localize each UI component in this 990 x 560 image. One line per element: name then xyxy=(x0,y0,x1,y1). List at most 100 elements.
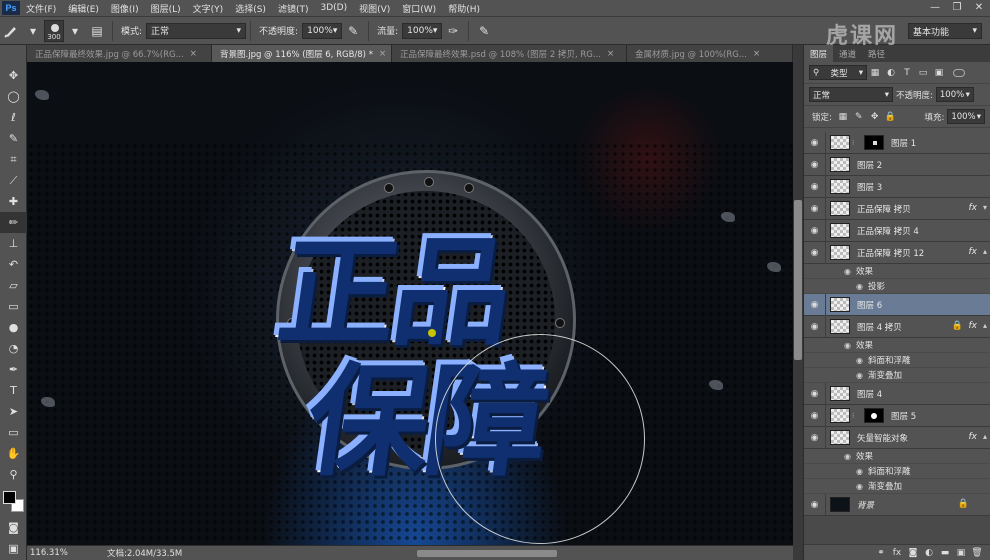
layer-row[interactable]: ◉ 正品保障 拷贝 12 fx ▴ xyxy=(804,241,990,264)
tab-document-2[interactable]: 背景图.jpg @ 116% (图层 6, RGB/8) * × xyxy=(212,45,392,62)
link-layers-icon[interactable]: ⚭ xyxy=(873,546,889,560)
layer-name[interactable]: 正品保障 拷贝 12 xyxy=(857,247,924,259)
horizontal-scrollbar[interactable] xyxy=(417,550,557,557)
quick-select-tool-icon[interactable]: ✎ xyxy=(0,128,27,149)
adjustment-layer-icon[interactable]: ◐ xyxy=(921,546,937,560)
menu-3d[interactable]: 3D(D) xyxy=(314,3,353,13)
document-size[interactable]: 文档:2.04M/33.5M xyxy=(107,547,182,559)
eye-icon[interactable]: ◉ xyxy=(804,241,826,264)
layer-row-selected[interactable]: ◉ 图层 6 xyxy=(804,293,990,316)
dodge-tool-icon[interactable]: ◔ xyxy=(0,338,27,359)
type-filter-icon[interactable]: T xyxy=(901,67,913,79)
eye-icon[interactable]: ◉ xyxy=(856,371,863,380)
filter-toggle[interactable] xyxy=(953,68,965,77)
chevron-down-icon[interactable]: ▾ xyxy=(983,203,987,212)
effect-item[interactable]: ◉ 渐变叠加 xyxy=(804,368,990,383)
blur-tool-icon[interactable]: ● xyxy=(0,317,27,338)
screen-mode-icon[interactable]: ▣ xyxy=(0,538,27,559)
lock-pixels-icon[interactable]: ✎ xyxy=(853,111,865,123)
fill-input[interactable]: 100% ▾ xyxy=(947,109,986,124)
menu-layer[interactable]: 图层(L) xyxy=(145,2,187,15)
blend-mode-select[interactable]: 正常 ▾ xyxy=(809,87,893,102)
smart-object-filter-icon[interactable]: ▣ xyxy=(933,67,945,79)
eye-icon[interactable]: ◉ xyxy=(804,315,826,338)
close-icon[interactable]: × xyxy=(753,49,760,59)
new-group-icon[interactable]: ▬ xyxy=(937,546,953,560)
move-tool-icon[interactable]: ✥ xyxy=(0,65,27,86)
effects-group[interactable]: ◉ 效果 xyxy=(804,449,990,464)
mode-select[interactable]: 正常 ▾ xyxy=(146,22,247,39)
hand-tool-icon[interactable]: ✋ xyxy=(0,443,27,464)
tab-document-4[interactable]: 金属材质.jpg @ 100%(RG... × xyxy=(627,45,793,62)
document-canvas[interactable]: 正品 保障 xyxy=(27,62,803,545)
eyedropper-tool-icon[interactable]: ⟋ xyxy=(0,170,27,191)
layer-name[interactable]: 图层 1 xyxy=(891,137,916,149)
eye-icon[interactable]: ◉ xyxy=(804,153,826,176)
layer-row-background[interactable]: ◉ 背景 🔒 xyxy=(804,493,990,516)
eye-icon[interactable]: ◉ xyxy=(856,482,863,491)
eye-icon[interactable]: ◉ xyxy=(804,293,826,316)
chevron-up-icon[interactable]: ▴ xyxy=(983,432,987,441)
layer-row[interactable]: ◉ 正品保障 拷贝 fx ▾ xyxy=(804,197,990,220)
type-tool-icon[interactable]: T xyxy=(0,380,27,401)
menu-type[interactable]: 文字(Y) xyxy=(187,2,230,15)
layer-row[interactable]: ◉ 图层 4 xyxy=(804,382,990,405)
layer-row[interactable]: ◉ ⁝ 图层 5 xyxy=(804,404,990,427)
history-brush-tool-icon[interactable]: ↶ xyxy=(0,254,27,275)
eye-icon[interactable]: ◉ xyxy=(804,426,826,449)
pen-tool-icon[interactable]: ✒ xyxy=(0,359,27,380)
chevron-down-icon[interactable]: ▾ xyxy=(22,21,44,41)
flow-input[interactable]: 100% ▾ xyxy=(402,22,443,39)
brush-tool-icon[interactable] xyxy=(0,21,22,41)
pressure-size-icon[interactable]: ✎ xyxy=(473,21,495,41)
pressure-opacity-icon[interactable]: ✎ xyxy=(342,21,364,41)
menu-select[interactable]: 选择(S) xyxy=(229,2,272,15)
layer-row[interactable]: ◉ ⁝ 图层 1 xyxy=(804,132,990,154)
gradient-tool-icon[interactable]: ▭ xyxy=(0,296,27,317)
menu-view[interactable]: 视图(V) xyxy=(353,2,396,15)
effect-item[interactable]: ◉ 斜面和浮雕 xyxy=(804,353,990,368)
layer-name[interactable]: 背景 xyxy=(857,499,874,511)
lock-all-icon[interactable]: 🔒 xyxy=(885,111,897,123)
layer-name[interactable]: 图层 2 xyxy=(857,159,882,171)
effects-group[interactable]: ◉ 效果 xyxy=(804,338,990,353)
airbrush-icon[interactable]: ✑ xyxy=(442,21,464,41)
eye-icon[interactable]: ◉ xyxy=(804,219,826,242)
shape-filter-icon[interactable]: ▭ xyxy=(917,67,929,79)
opacity-input[interactable]: 100% ▾ xyxy=(302,22,343,39)
healing-tool-icon[interactable]: ✚ xyxy=(0,191,27,212)
menu-window[interactable]: 窗口(W) xyxy=(396,2,442,15)
effect-item[interactable]: ◉ 斜面和浮雕 xyxy=(804,464,990,479)
menu-file[interactable]: 文件(F) xyxy=(20,2,62,15)
eye-icon[interactable]: ◉ xyxy=(804,493,826,516)
lock-transparency-icon[interactable]: ▦ xyxy=(837,111,849,123)
layer-row[interactable]: ◉ 正品保障 拷贝 4 xyxy=(804,219,990,242)
eye-icon[interactable]: ◉ xyxy=(804,404,826,427)
lock-position-icon[interactable]: ✥ xyxy=(869,111,881,123)
layer-row[interactable]: ◉ 矢量智能对象 fx ▴ xyxy=(804,426,990,449)
zoom-level[interactable]: 116.31% xyxy=(27,548,77,558)
pixel-filter-icon[interactable]: ▦ xyxy=(869,67,881,79)
tab-paths[interactable]: 路径 xyxy=(862,45,891,62)
layer-name[interactable]: 正品保障 拷贝 xyxy=(857,203,911,215)
effect-item[interactable]: ◉ 渐变叠加 xyxy=(804,479,990,494)
add-mask-icon[interactable]: ◙ xyxy=(905,546,921,560)
fx-icon[interactable]: fx xyxy=(889,546,905,560)
eye-icon[interactable]: ◉ xyxy=(844,267,851,276)
chevron-down-icon[interactable]: ▾ xyxy=(64,21,86,41)
layer-name[interactable]: 正品保障 拷贝 4 xyxy=(857,225,919,237)
layer-name[interactable]: 图层 4 拷贝 xyxy=(857,321,902,333)
menu-filter[interactable]: 滤镜(T) xyxy=(272,2,315,15)
restore-button[interactable]: ❐ xyxy=(946,0,968,14)
eye-icon[interactable]: ◉ xyxy=(804,132,826,154)
eye-icon[interactable]: ◉ xyxy=(804,382,826,405)
minimize-button[interactable]: — xyxy=(924,0,946,14)
new-layer-icon[interactable]: ▣ xyxy=(953,546,969,560)
fx-icon[interactable]: fx xyxy=(969,203,978,213)
menu-help[interactable]: 帮助(H) xyxy=(442,2,486,15)
eye-icon[interactable]: ◉ xyxy=(804,197,826,220)
color-swatches[interactable] xyxy=(3,491,25,513)
quick-mask-icon[interactable]: ◙ xyxy=(0,517,27,538)
close-icon[interactable]: × xyxy=(379,49,386,59)
eye-icon[interactable]: ◉ xyxy=(844,341,851,350)
